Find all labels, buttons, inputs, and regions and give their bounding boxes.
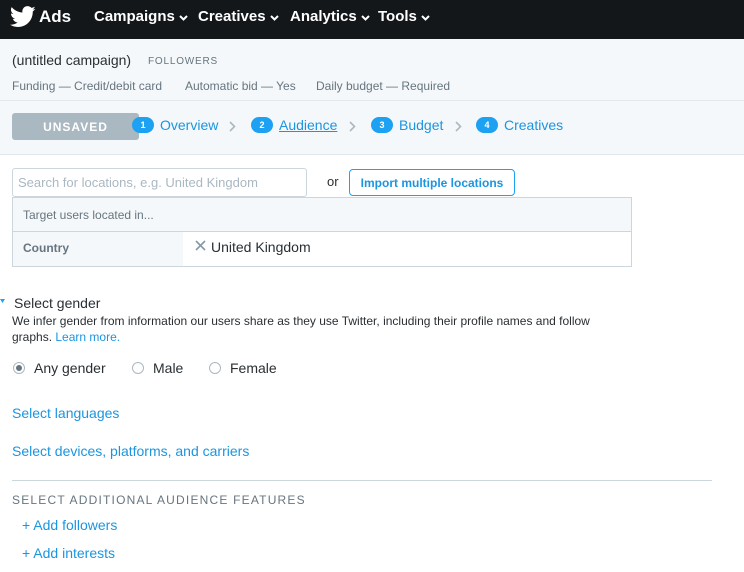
targets-header: Target users located in...	[13, 198, 631, 232]
gender-description: We infer gender from information our use…	[12, 313, 622, 345]
location-targets-table: Target users located in... Country Unite…	[12, 197, 632, 267]
nav-campaigns-label: Campaigns	[94, 8, 175, 25]
campaign-header: (untitled campaign) FOLLOWERS Funding — …	[0, 39, 744, 101]
location-search-input[interactable]	[12, 168, 307, 197]
country-name: United Kingdom	[211, 239, 311, 255]
radio-checked-icon	[13, 362, 25, 374]
step-creatives[interactable]: 4 Creatives	[476, 117, 563, 133]
nav-campaigns[interactable]: Campaigns	[94, 8, 188, 25]
country-label: Country	[13, 232, 183, 266]
step-number-badge: 4	[476, 117, 498, 133]
step-number-badge: 3	[371, 117, 393, 133]
chevron-down-icon	[421, 14, 430, 21]
nav-analytics[interactable]: Analytics	[290, 8, 370, 25]
gender-option-any[interactable]: Any gender	[13, 360, 106, 376]
chevron-down-icon	[360, 14, 370, 21]
close-icon[interactable]	[195, 240, 206, 251]
top-nav-bar: Ads Campaigns Creatives Analytics Tools	[0, 0, 744, 39]
step-label: Overview	[160, 117, 219, 133]
additional-features-heading: SELECT ADDITIONAL AUDIENCE FEATURES	[12, 493, 306, 507]
brand-logo[interactable]: Ads	[10, 5, 71, 29]
step-audience[interactable]: 2 Audience	[251, 117, 337, 133]
chevron-down-icon	[179, 14, 188, 21]
step-overview[interactable]: 1 Overview	[132, 117, 218, 133]
brand-name: Ads	[39, 7, 72, 26]
chevron-right-icon	[349, 121, 356, 132]
funding-meta: Funding — Credit/debit card	[12, 79, 163, 93]
step-budget[interactable]: 3 Budget	[371, 117, 443, 133]
gender-option-male[interactable]: Male	[132, 360, 183, 376]
nav-tools[interactable]: Tools	[378, 8, 430, 25]
radio-label: Male	[153, 360, 184, 376]
chevron-right-icon	[229, 121, 236, 132]
import-locations-button[interactable]: Import multiple locations	[349, 169, 515, 196]
wizard-steps-bar: UNSAVED 1 Overview 2 Audience 3 Budget 4…	[0, 101, 744, 155]
radio-unchecked-icon	[209, 362, 221, 374]
step-label: Budget	[399, 117, 444, 133]
gender-title: Select gender	[14, 295, 101, 311]
nav-creatives[interactable]: Creatives	[198, 8, 279, 25]
nav-creatives-label: Creatives	[198, 8, 266, 25]
select-devices-link[interactable]: Select devices, platforms, and carriers	[12, 443, 249, 459]
budget-meta: Daily budget — Required	[316, 79, 451, 93]
campaign-name: (untitled campaign)	[12, 52, 132, 68]
step-number-badge: 2	[251, 117, 273, 133]
bid-meta: Automatic bid — Yes	[185, 79, 296, 93]
caret-down-icon	[0, 299, 5, 303]
gender-option-female[interactable]: Female	[209, 360, 277, 376]
nav-analytics-label: Analytics	[290, 8, 357, 25]
chevron-down-icon	[269, 14, 279, 21]
select-languages-link[interactable]: Select languages	[12, 405, 119, 421]
chevron-right-icon	[455, 121, 462, 132]
or-separator: or	[327, 174, 339, 189]
radio-label: Any gender	[34, 360, 106, 376]
campaign-type: FOLLOWERS	[148, 56, 218, 67]
country-target: United Kingdom	[195, 239, 311, 255]
nav-tools-label: Tools	[378, 8, 417, 25]
step-label: Audience	[279, 117, 338, 133]
step-label: Creatives	[504, 117, 564, 133]
add-followers-link[interactable]: + Add followers	[22, 517, 117, 533]
learn-more-link[interactable]: Learn more.	[55, 330, 120, 344]
unsaved-button[interactable]: UNSAVED	[12, 113, 139, 140]
add-interests-link[interactable]: + Add interests	[22, 545, 115, 561]
step-number-badge: 1	[132, 117, 154, 133]
twitter-bird-icon	[10, 6, 36, 27]
radio-label: Female	[230, 360, 277, 376]
section-divider	[12, 480, 712, 481]
radio-unchecked-icon	[132, 362, 144, 374]
